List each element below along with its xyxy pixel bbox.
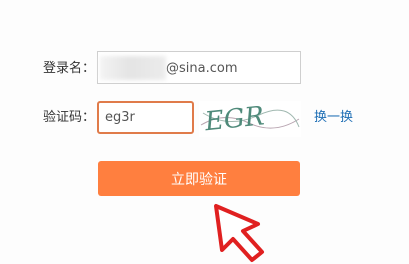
captcha-verify-page: 登录名： @sina.com 验证码： EGR 换一换 立即验证 [0,0,409,264]
captcha-graphic: EGR [200,101,300,137]
refresh-captcha-link[interactable]: 换一换 [314,109,353,127]
captcha-image: EGR [199,101,301,137]
captcha-text: EGR [203,101,266,137]
username-blurred-text [100,56,166,80]
username-domain: @sina.com [166,61,238,76]
arrow-pointer-icon [214,204,264,262]
verify-button[interactable]: 立即验证 [98,161,300,196]
captcha-label: 验证码： [43,110,96,125]
username-label: 登录名： [43,61,96,76]
username-field[interactable]: @sina.com [97,51,301,84]
captcha-input[interactable] [97,101,194,134]
